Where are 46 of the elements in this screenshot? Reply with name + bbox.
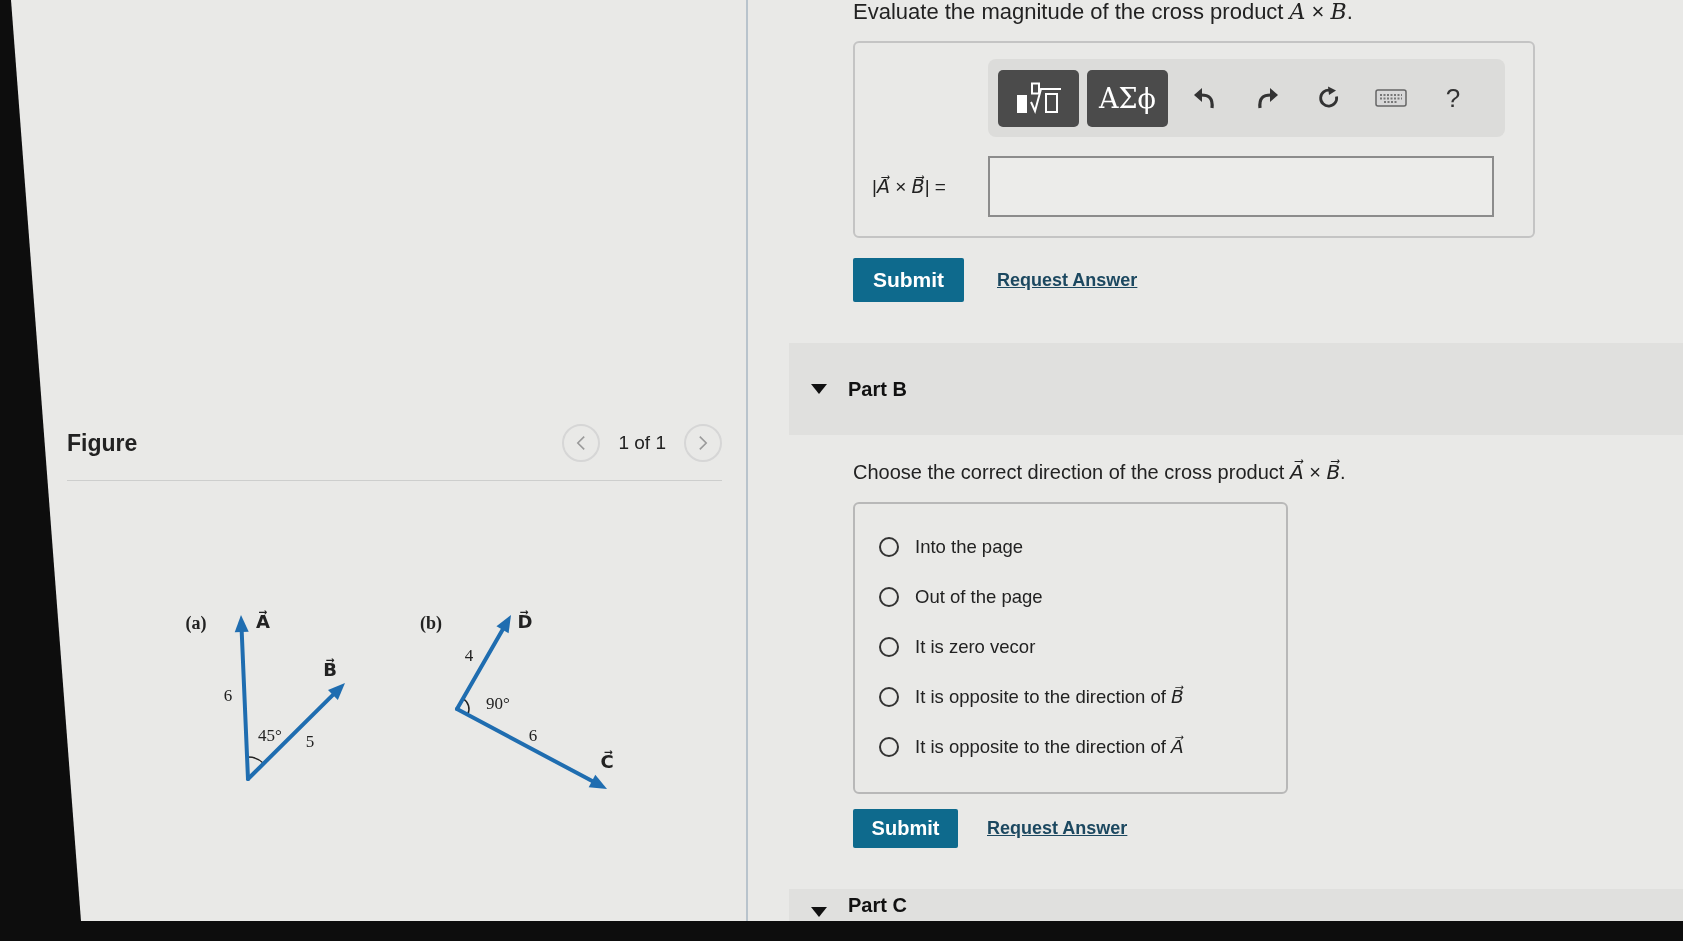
figure-heading: Figure	[67, 429, 138, 457]
vector-label: D⃗	[517, 610, 533, 632]
templates-button[interactable]	[998, 69, 1079, 127]
option-label[interactable]: It is opposite to the direction of A⃗	[915, 733, 1184, 761]
caret-icon[interactable]	[811, 907, 827, 917]
symbols-button[interactable]: ΑΣϕ	[1087, 69, 1168, 127]
option-label[interactable]: It is opposite to the direction of B⃗	[915, 683, 1184, 711]
chevron-right-icon	[698, 435, 708, 451]
submit-button[interactable]: Submit	[853, 809, 958, 848]
angle-label: 90°	[486, 693, 510, 713]
figure-label: (b)	[420, 613, 442, 633]
radio-button[interactable]	[879, 537, 899, 557]
radio-button[interactable]	[879, 637, 899, 657]
submit-button[interactable]: Submit	[853, 258, 964, 302]
keyboard-icon	[1375, 89, 1407, 107]
undo-icon	[1193, 86, 1217, 110]
length-label: 6	[223, 685, 233, 705]
length-label: 5	[305, 731, 315, 751]
part-title[interactable]: Part B	[848, 377, 907, 401]
radio-button[interactable]	[879, 687, 899, 707]
chevron-left-icon	[576, 435, 587, 451]
page-counter: 1 of 1	[618, 432, 666, 454]
radio-button[interactable]	[879, 737, 899, 757]
request-answer-link[interactable]: Request Answer	[997, 269, 1138, 291]
request-answer-link[interactable]: Request Answer	[987, 818, 1128, 839]
vector-label: C⃗	[600, 750, 614, 772]
length-label: 6	[528, 725, 538, 745]
option-label[interactable]: It is zero vecor	[915, 633, 1036, 661]
option-label[interactable]: Out of the page	[915, 583, 1043, 611]
redo-icon	[1255, 86, 1279, 110]
caret-icon[interactable]	[811, 384, 827, 394]
figure-label: (a)	[185, 613, 207, 633]
answer-field[interactable]	[988, 156, 1494, 217]
reset-icon	[1317, 86, 1341, 110]
option-label[interactable]: Into the page	[915, 533, 1023, 561]
question-text: Choose the correct direction of the cross product A⃗ × B⃗.	[853, 459, 1346, 485]
length-label: 4	[464, 645, 474, 665]
root-template-icon	[1015, 82, 1062, 114]
vector-label: B⃗	[323, 658, 337, 680]
question-text: Evaluate the magnitude of the cross product A × B.	[853, 0, 1353, 24]
angle-label: 45°	[258, 725, 282, 745]
radio-button[interactable]	[879, 587, 899, 607]
answer-label: |A⃗ × B⃗| =	[872, 174, 947, 199]
part-title[interactable]: Part C	[848, 894, 907, 917]
help-button[interactable]: ?	[1433, 78, 1473, 118]
vector-label: A⃗	[256, 610, 270, 632]
